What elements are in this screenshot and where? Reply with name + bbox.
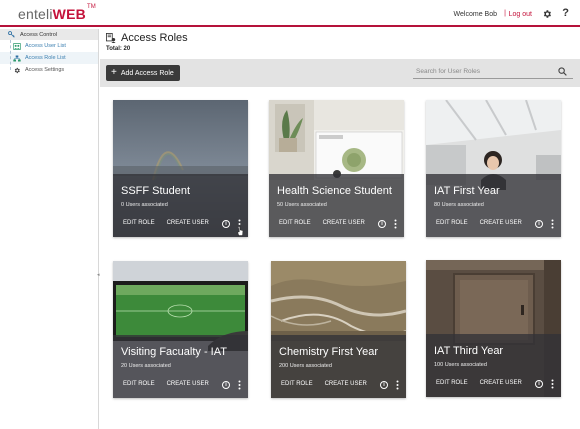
role-name: IAT Third Year [434,345,504,357]
edit-role-button[interactable]: EDIT ROLE [279,220,311,226]
sidebar-item-access-role-list[interactable]: Access Role List [0,52,98,64]
edit-role-button[interactable]: EDIT ROLE [436,380,468,386]
create-user-button[interactable]: CREATE USER [480,220,522,226]
create-user-button[interactable]: CREATE USER [323,220,365,226]
plus-icon: + [111,67,117,78]
header-separator: | [504,10,506,17]
logout-link[interactable]: Log out [509,11,532,18]
logo-trademark: TM [86,4,97,10]
access-roles-icon [106,33,116,43]
key-icon [8,31,15,38]
users-associated-count: 80 Users associated [434,202,484,208]
role-card-iat-first-year[interactable]: IAT First Year 80 Users associated EDIT … [426,100,561,237]
role-card-iat-third-year[interactable]: IAT Third Year 100 Users associated EDIT… [426,260,561,397]
more-options-icon[interactable] [238,380,241,390]
info-icon[interactable]: i [535,380,543,388]
help-icon[interactable]: ? [562,7,569,19]
role-name: Visiting Facualty - IAT [121,346,227,358]
sidebar-item-access-settings[interactable]: Access Settings [0,64,98,76]
search-icon[interactable] [558,67,567,76]
sidebar-item-label: Access Settings [25,67,65,73]
search-input[interactable] [413,64,573,79]
role-card-chemistry-first-year[interactable]: Chemistry First Year 200 Users associate… [271,261,406,398]
sidebar-section-label: Access Control [20,31,57,38]
logo-text-light: enteli [18,6,53,22]
sidebar-item-label: Access Role List [25,55,66,61]
add-access-role-button[interactable]: + Add Access Role [106,65,180,81]
info-icon[interactable]: i [380,381,388,389]
toolbar: + Add Access Role [100,59,580,87]
role-name: Chemistry First Year [279,346,379,358]
create-user-button[interactable]: CREATE USER [480,380,522,386]
sidebar-item-access-user-list[interactable]: Access User List [0,40,98,52]
role-card-ssff-student[interactable]: SSFF Student 0 Users associated EDIT ROL… [113,100,248,237]
enteliweb-logo[interactable]: enteliWEBTM [18,4,97,22]
users-associated-count: 50 Users associated [277,202,327,208]
role-name: Health Science Student [277,185,392,197]
role-tree-icon [13,55,21,61]
create-user-button[interactable]: CREATE USER [325,381,367,387]
users-associated-count: 200 Users associated [279,363,332,369]
users-icon [13,42,21,50]
create-user-button[interactable]: CREATE USER [167,381,209,387]
add-access-role-label: Add Access Role [120,69,174,77]
create-user-button[interactable]: CREATE USER [167,220,209,226]
tree-connector [10,40,11,70]
info-icon[interactable]: i [535,220,543,228]
info-icon[interactable]: i [378,220,386,228]
more-options-icon[interactable] [551,379,554,389]
page-title: Access Roles [121,32,188,44]
page-header: Access Roles [106,32,188,44]
users-associated-count: 100 Users associated [434,362,487,368]
edit-role-button[interactable]: EDIT ROLE [123,381,155,387]
edit-role-button[interactable]: EDIT ROLE [436,220,468,226]
gear-icon [14,67,20,73]
sidebar: Access Control Access User List Access R… [0,29,99,429]
role-card-health-science-student[interactable]: Health Science Student 50 Users associat… [269,100,404,237]
info-icon[interactable]: i [222,381,230,389]
welcome-text: Welcome Bob [453,11,497,18]
more-options-icon[interactable] [394,219,397,229]
edit-role-button[interactable]: EDIT ROLE [123,220,155,226]
role-name: SSFF Student [121,185,191,197]
info-icon[interactable]: i [222,220,230,228]
logo-text-bold: WEB [52,6,86,22]
more-options-icon[interactable] [551,219,554,229]
total-count: Total: 20 [106,46,131,52]
role-name: IAT First Year [434,185,500,197]
more-options-icon[interactable] [396,380,399,390]
role-card-visiting-facualty-iat[interactable]: Visiting Facualty - IAT 20 Users associa… [113,261,248,398]
sidebar-collapse-handle[interactable]: ◂ [97,272,100,278]
gear-icon[interactable] [542,9,552,19]
sidebar-item-label: Access User List [25,43,66,49]
sidebar-section-access-control[interactable]: Access Control [0,29,98,40]
users-associated-count: 20 Users associated [121,363,171,369]
mouse-pointer-icon [237,226,244,236]
users-associated-count: 0 Users associated [121,202,168,208]
edit-role-button[interactable]: EDIT ROLE [281,381,313,387]
top-bar: enteliWEBTM Welcome Bob | Log out ? [0,0,580,27]
